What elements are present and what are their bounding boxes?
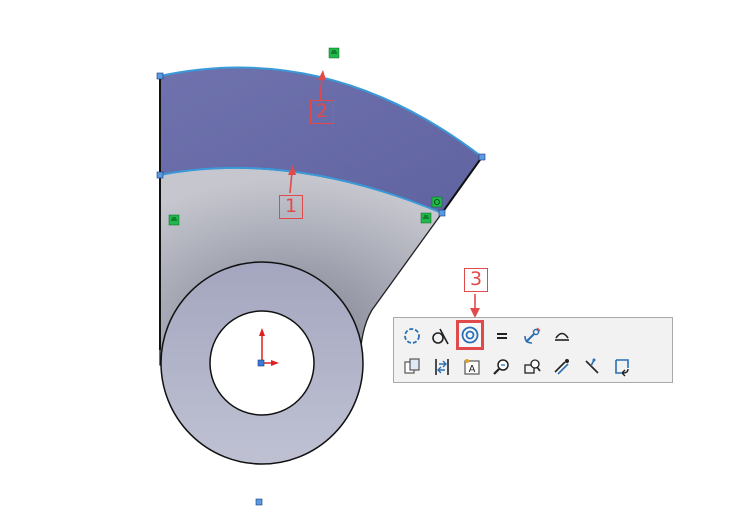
fix-button[interactable] — [520, 325, 544, 347]
endpoint-handle[interactable] — [255, 498, 263, 506]
exit-sketch-icon — [615, 359, 629, 377]
tangent-button[interactable] — [428, 325, 452, 347]
swap-button[interactable] — [430, 356, 454, 378]
trim-icon — [585, 358, 599, 374]
endpoint-handle[interactable] — [156, 72, 164, 80]
zoom-button[interactable] — [490, 356, 514, 378]
concentric-button[interactable] — [456, 320, 484, 350]
copy-entities-icon — [404, 358, 420, 374]
context-toolbar: A — [393, 317, 673, 383]
exit-sketch-button[interactable] — [610, 356, 634, 378]
fully-define-icon — [554, 359, 569, 375]
coradial-button[interactable] — [550, 325, 574, 347]
fix-relation-icon — [524, 327, 541, 344]
arc-relation-icon — [555, 332, 569, 341]
text-button[interactable]: A — [460, 356, 484, 378]
callout-label-3: 3 — [464, 268, 488, 292]
callout-label-1: 1 — [279, 195, 303, 219]
swap-icon — [435, 359, 449, 375]
concentric-relation-icon — [461, 326, 479, 344]
copy-button[interactable] — [400, 356, 424, 378]
origin-point[interactable] — [257, 359, 265, 367]
endpoint-handle[interactable] — [438, 209, 446, 217]
arc-relation-button[interactable] — [400, 325, 424, 347]
equal-button[interactable] — [490, 325, 514, 347]
zoom-selection-icon — [493, 359, 509, 375]
callout-label-2: 2 — [310, 100, 334, 124]
smart-text-icon: A — [464, 359, 480, 375]
relation-marker-icon[interactable] — [420, 212, 432, 224]
trim-button[interactable] — [580, 356, 604, 378]
relation-marker-icon[interactable] — [328, 47, 340, 59]
equal-relation-icon — [497, 333, 507, 339]
svg-text:A: A — [469, 364, 476, 375]
relation-marker-icon[interactable] — [168, 214, 180, 226]
tangent-relation-icon — [432, 328, 449, 345]
endpoint-handle[interactable] — [156, 171, 164, 179]
callout-arrow-3 — [470, 294, 480, 318]
graphics-area[interactable] — [0, 0, 749, 528]
fully-define-button[interactable] — [550, 356, 574, 378]
display-relations-icon — [524, 359, 541, 374]
endpoint-handle[interactable] — [478, 153, 486, 161]
display-relations-button[interactable] — [520, 356, 544, 378]
make-fix-circle-icon — [404, 328, 420, 344]
coincident-marker-icon[interactable] — [431, 196, 443, 208]
